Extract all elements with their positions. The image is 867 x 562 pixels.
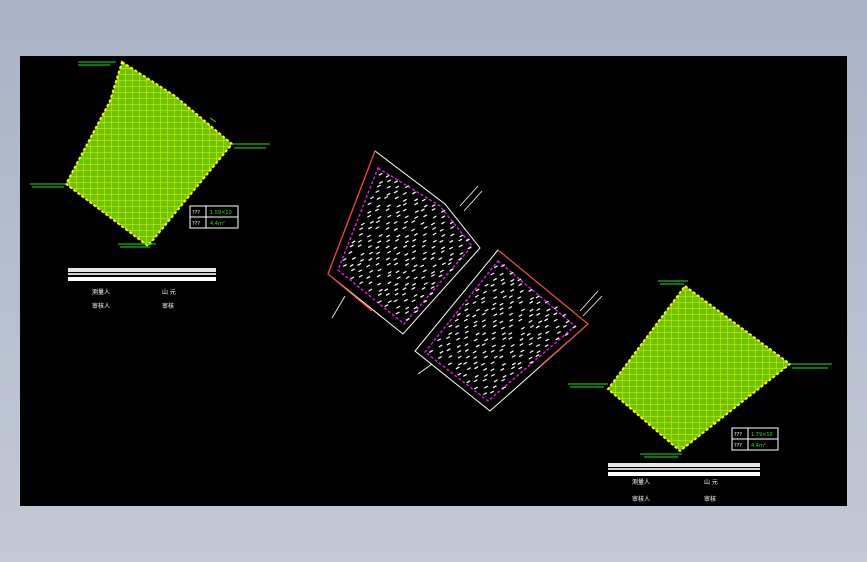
left-title-block: 测量人 山 元 审核人 审核 <box>68 268 216 310</box>
left-area-table: ??? 1.59×10 ??? 4.4m² <box>189 205 239 229</box>
right-plot-hatch-area <box>608 286 790 451</box>
left-caption-1a: 测量人 <box>92 288 110 296</box>
right-caption-2b: 审核 <box>704 495 716 503</box>
right-table-key-2: ??? <box>734 443 742 449</box>
right-table-key-1: ??? <box>734 432 742 438</box>
cad-drawing-canvas[interactable]: ??? 1.59×10 ??? 4.4m² 测量人 山 元 审核人 审核 ???… <box>20 56 847 506</box>
right-title-block: 测量人 山 元 审核人 审核 <box>608 463 760 503</box>
left-table-key-1: ??? <box>192 210 200 216</box>
right-caption-1a: 测量人 <box>632 478 650 486</box>
right-caption-1b: 山 元 <box>704 478 718 486</box>
right-caption-2a: 审核人 <box>632 495 650 503</box>
right-plot: ??? 1.79×10 ??? 4.4m² 测量人 山 元 审核人 审核 <box>568 280 832 503</box>
right-table-val-2: 4.4m² <box>751 443 766 449</box>
left-caption-2a: 审核人 <box>92 302 110 310</box>
right-table-val-1: 1.79×10 <box>751 432 773 438</box>
left-plot: ??? 1.59×10 ??? 4.4m² 测量人 山 元 审核人 审核 <box>30 60 270 310</box>
left-table-val-1: 1.59×10 <box>210 210 232 216</box>
left-table-val-2: 4.4m² <box>210 221 225 227</box>
left-table-key-2: ??? <box>192 221 200 227</box>
left-caption-1b: 山 元 <box>162 288 176 296</box>
cad-drawing: ??? 1.59×10 ??? 4.4m² 测量人 山 元 审核人 审核 ???… <box>30 60 832 503</box>
right-area-table: ??? 1.79×10 ??? 4.4m² <box>731 427 779 451</box>
left-caption-2b: 审核 <box>162 302 174 310</box>
